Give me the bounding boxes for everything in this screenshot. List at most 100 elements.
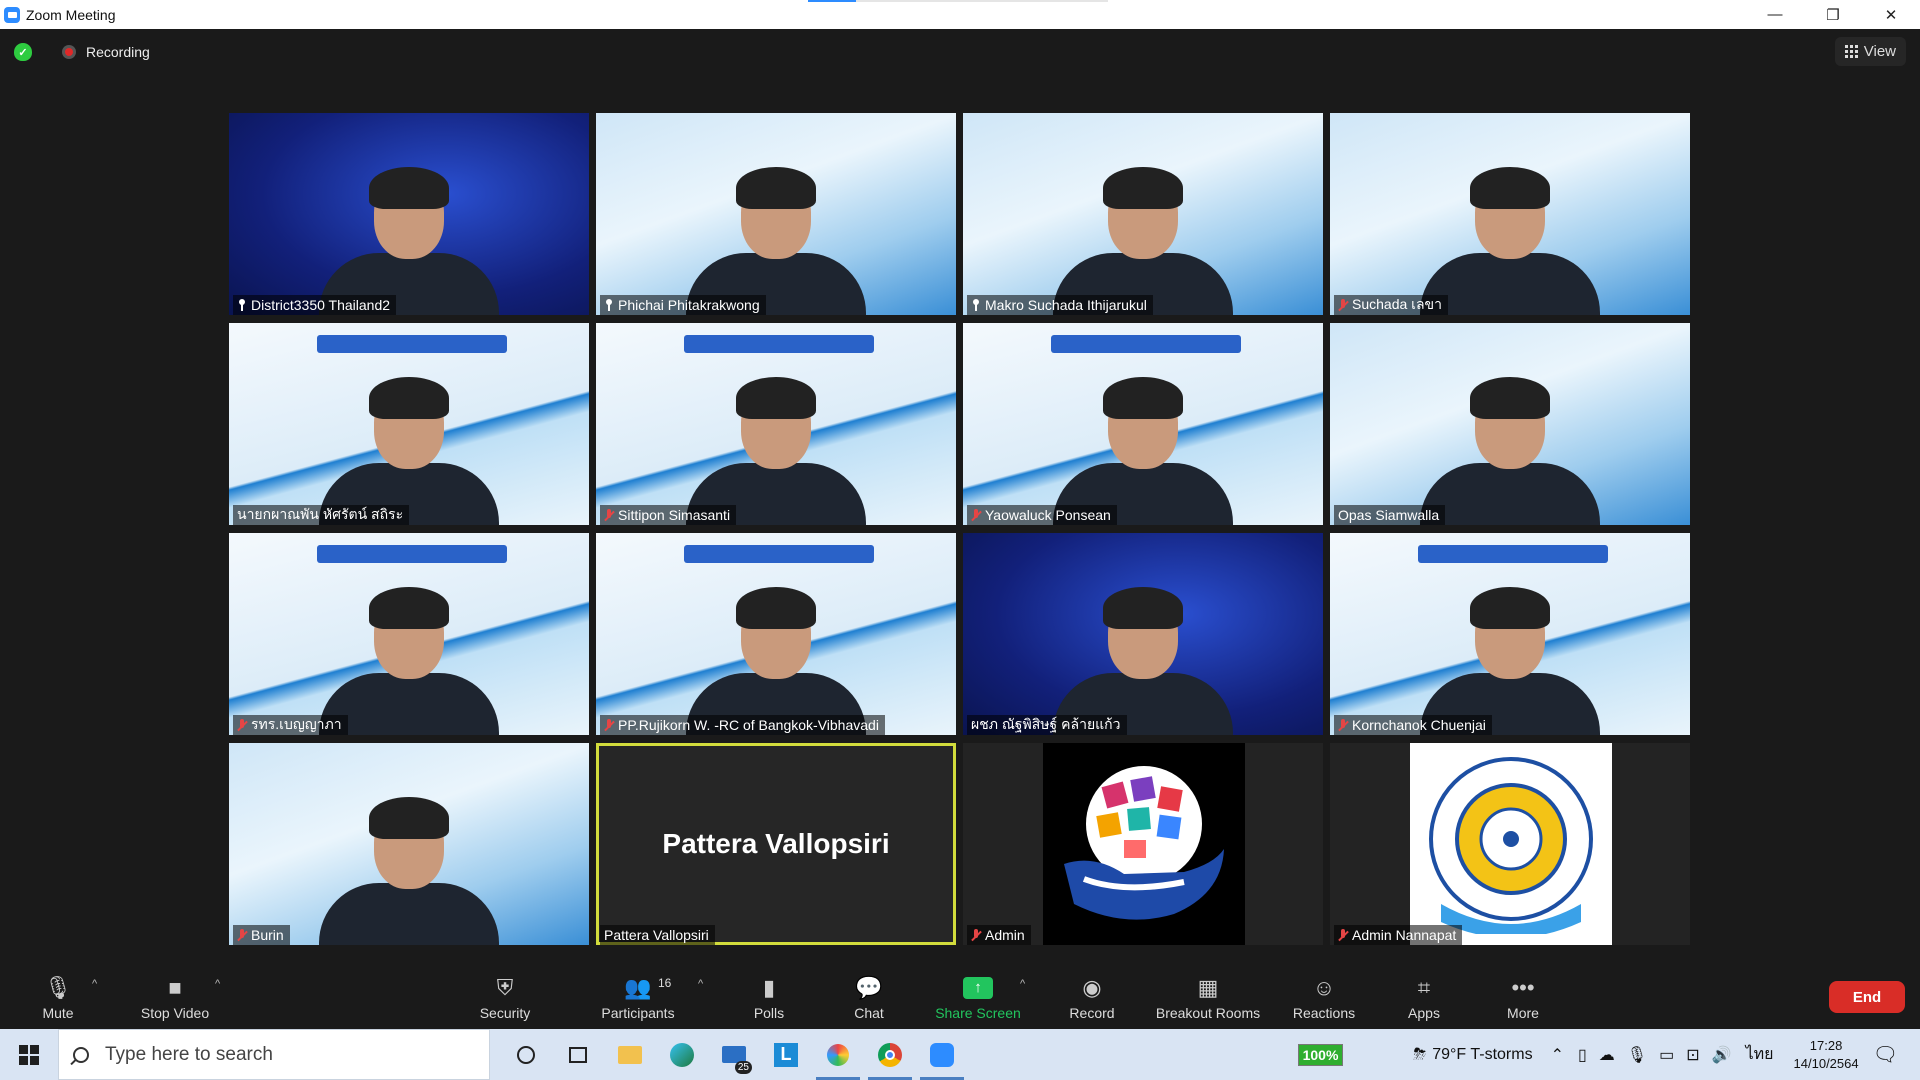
participant-nametag: Yaowaluck Ponsean	[967, 505, 1117, 525]
bar-chart-icon: ▮	[762, 974, 776, 1000]
audio-options-caret[interactable]: ^	[92, 978, 97, 990]
apps-icon: ⌗	[1417, 974, 1431, 1000]
launcher-l-icon[interactable]: L	[760, 1029, 812, 1080]
mute-button[interactable]: 🎙 Mute	[38, 964, 78, 1029]
participant-name: Admin	[985, 927, 1025, 943]
background-banner	[684, 545, 874, 563]
paint-app-icon[interactable]	[812, 1029, 864, 1080]
globe-hand-logo-icon	[1043, 743, 1245, 945]
mail-icon[interactable]: 25	[708, 1029, 760, 1080]
participant-nametag: ผชภ ณัฐพิสิษฐ์ คล้ายแก้ว	[967, 715, 1127, 735]
video-tile[interactable]: Admin	[963, 743, 1323, 945]
breakout-rooms-button[interactable]: ▦ Breakout Rooms	[1150, 964, 1266, 1029]
muted-mic-icon	[1338, 928, 1348, 942]
video-tile[interactable]: Sittipon Simasanti	[596, 323, 956, 525]
participant-video	[319, 375, 499, 525]
network-icon[interactable]: ⊡	[1686, 1045, 1699, 1065]
video-tile[interactable]: Yaowaluck Ponsean	[963, 323, 1323, 525]
stop-video-button[interactable]: ■ Stop Video	[134, 964, 216, 1029]
participant-video	[1420, 585, 1600, 735]
battery-indicator[interactable]: 100%	[1297, 1043, 1344, 1066]
cloud-icon[interactable]: ☁	[1599, 1045, 1615, 1065]
background-banner	[317, 335, 507, 353]
video-tile[interactable]: PP.Rujikorn W. -RC of Bangkok-Vibhavadi	[596, 533, 956, 735]
record-button[interactable]: ◉ Record	[1066, 964, 1118, 1029]
participant-name: Phichai Phitakrakwong	[618, 297, 760, 313]
video-tile[interactable]: ผชภ ณัฐพิสิษฐ์ คล้ายแก้ว	[963, 533, 1323, 735]
muted-mic-icon	[1338, 298, 1348, 312]
video-tile[interactable]: Kornchanok Chuenjai	[1330, 533, 1690, 735]
participant-nametag: PP.Rujikorn W. -RC of Bangkok-Vibhavadi	[600, 715, 885, 735]
close-button[interactable]: ✕	[1862, 0, 1920, 29]
apps-button[interactable]: ⌗ Apps	[1404, 964, 1444, 1029]
participant-video	[1420, 165, 1600, 315]
security-shield-icon[interactable]: ✓	[14, 43, 32, 61]
video-tile[interactable]: นายกผาณพัน หัศรัตน์ สถิระ	[229, 323, 589, 525]
video-tile[interactable]: Phichai Phitakrakwong	[596, 113, 956, 315]
file-explorer-icon[interactable]	[604, 1029, 656, 1080]
participant-video	[319, 585, 499, 735]
mail-badge: 25	[734, 1061, 752, 1074]
view-label: View	[1863, 43, 1896, 60]
participant-video	[686, 165, 866, 315]
edge-browser-icon[interactable]	[656, 1029, 708, 1080]
speaker-icon[interactable]: 🔊	[1712, 1045, 1732, 1065]
security-button[interactable]: ⛨ Security	[472, 964, 538, 1029]
recording-icon[interactable]	[62, 45, 76, 59]
chat-button[interactable]: 💬 Chat	[848, 964, 890, 1029]
battery-icon[interactable]: ▭	[1659, 1045, 1674, 1065]
reactions-button[interactable]: ☺ Reactions	[1288, 964, 1360, 1029]
device-icon[interactable]: ▯	[1578, 1045, 1587, 1065]
more-dots-icon: •••	[1511, 974, 1535, 1000]
weather-text[interactable]: 79°F T-storms	[1432, 1046, 1532, 1064]
video-tile[interactable]: Opas Siamwalla	[1330, 323, 1690, 525]
polls-button[interactable]: ▮ Polls	[748, 964, 790, 1029]
share-screen-button[interactable]: ↑ Share Screen	[932, 964, 1024, 1029]
more-button[interactable]: ••• More	[1502, 964, 1544, 1029]
minimize-button[interactable]: —	[1746, 0, 1804, 29]
participant-name: Pattera Vallopsiri	[604, 927, 709, 943]
clock-date: 14/10/2564	[1793, 1055, 1859, 1071]
task-view-icon[interactable]	[500, 1029, 552, 1080]
video-tile[interactable]: Pattera Vallopsiri Pattera Vallopsiri	[596, 743, 956, 945]
system-clock[interactable]: 17:28 14/10/2564	[1794, 1037, 1859, 1073]
video-tile[interactable]: รทร.เบญญาภา	[229, 533, 589, 735]
participants-options-caret[interactable]: ^	[698, 978, 703, 990]
video-tile[interactable]: Suchada เลขา	[1330, 113, 1690, 315]
participant-nametag: Opas Siamwalla	[1334, 505, 1446, 525]
background-banner	[317, 545, 507, 563]
participant-video	[319, 795, 499, 945]
chrome-browser-icon[interactable]	[864, 1029, 916, 1080]
language-indicator[interactable]: ไทย	[1746, 1042, 1774, 1067]
share-screen-icon: ↑	[963, 976, 993, 999]
start-button[interactable]	[0, 1029, 58, 1080]
video-tile[interactable]: Admin Nannapat	[1330, 743, 1690, 945]
zoom-taskbar-icon[interactable]	[916, 1029, 968, 1080]
end-meeting-button[interactable]: End	[1829, 981, 1905, 1013]
share-options-caret[interactable]: ^	[1020, 978, 1025, 990]
timeline-icon[interactable]	[552, 1029, 604, 1080]
video-tile[interactable]: Burin	[229, 743, 589, 945]
participant-name: Makro Suchada Ithijarukul	[985, 297, 1147, 313]
chevron-up-icon[interactable]: ⌃	[1551, 1045, 1564, 1065]
video-options-caret[interactable]: ^	[215, 978, 220, 990]
taskbar-search[interactable]: Type here to search	[58, 1029, 490, 1080]
record-icon: ◉	[1082, 974, 1102, 1000]
recording-label: Recording	[86, 44, 150, 60]
participants-icon: 👥	[624, 974, 652, 1000]
microphone-tray-icon[interactable]: 🎙	[1627, 1045, 1647, 1065]
video-camera-icon: ■	[168, 974, 182, 1000]
video-tile[interactable]: Makro Suchada Ithijarukul	[963, 113, 1323, 315]
participants-button[interactable]: 👥 Participants	[594, 964, 682, 1029]
participant-video	[686, 585, 866, 735]
weather-icon: ⛈	[1413, 1045, 1427, 1063]
participant-nametag: Pattera Vallopsiri	[600, 925, 715, 945]
video-tile[interactable]: District3350 Thailand2	[229, 113, 589, 315]
participant-video	[686, 375, 866, 525]
restore-button[interactable]: ❐	[1804, 0, 1862, 29]
participant-name: District3350 Thailand2	[251, 297, 391, 313]
participant-name: รทร.เบญญาภา	[251, 716, 342, 732]
notifications-icon[interactable]: 🗨	[1873, 1042, 1898, 1067]
view-button[interactable]: View	[1834, 37, 1906, 66]
meeting-stage: ✓ Recording View District3350 Thailand2 P…	[0, 29, 1920, 964]
